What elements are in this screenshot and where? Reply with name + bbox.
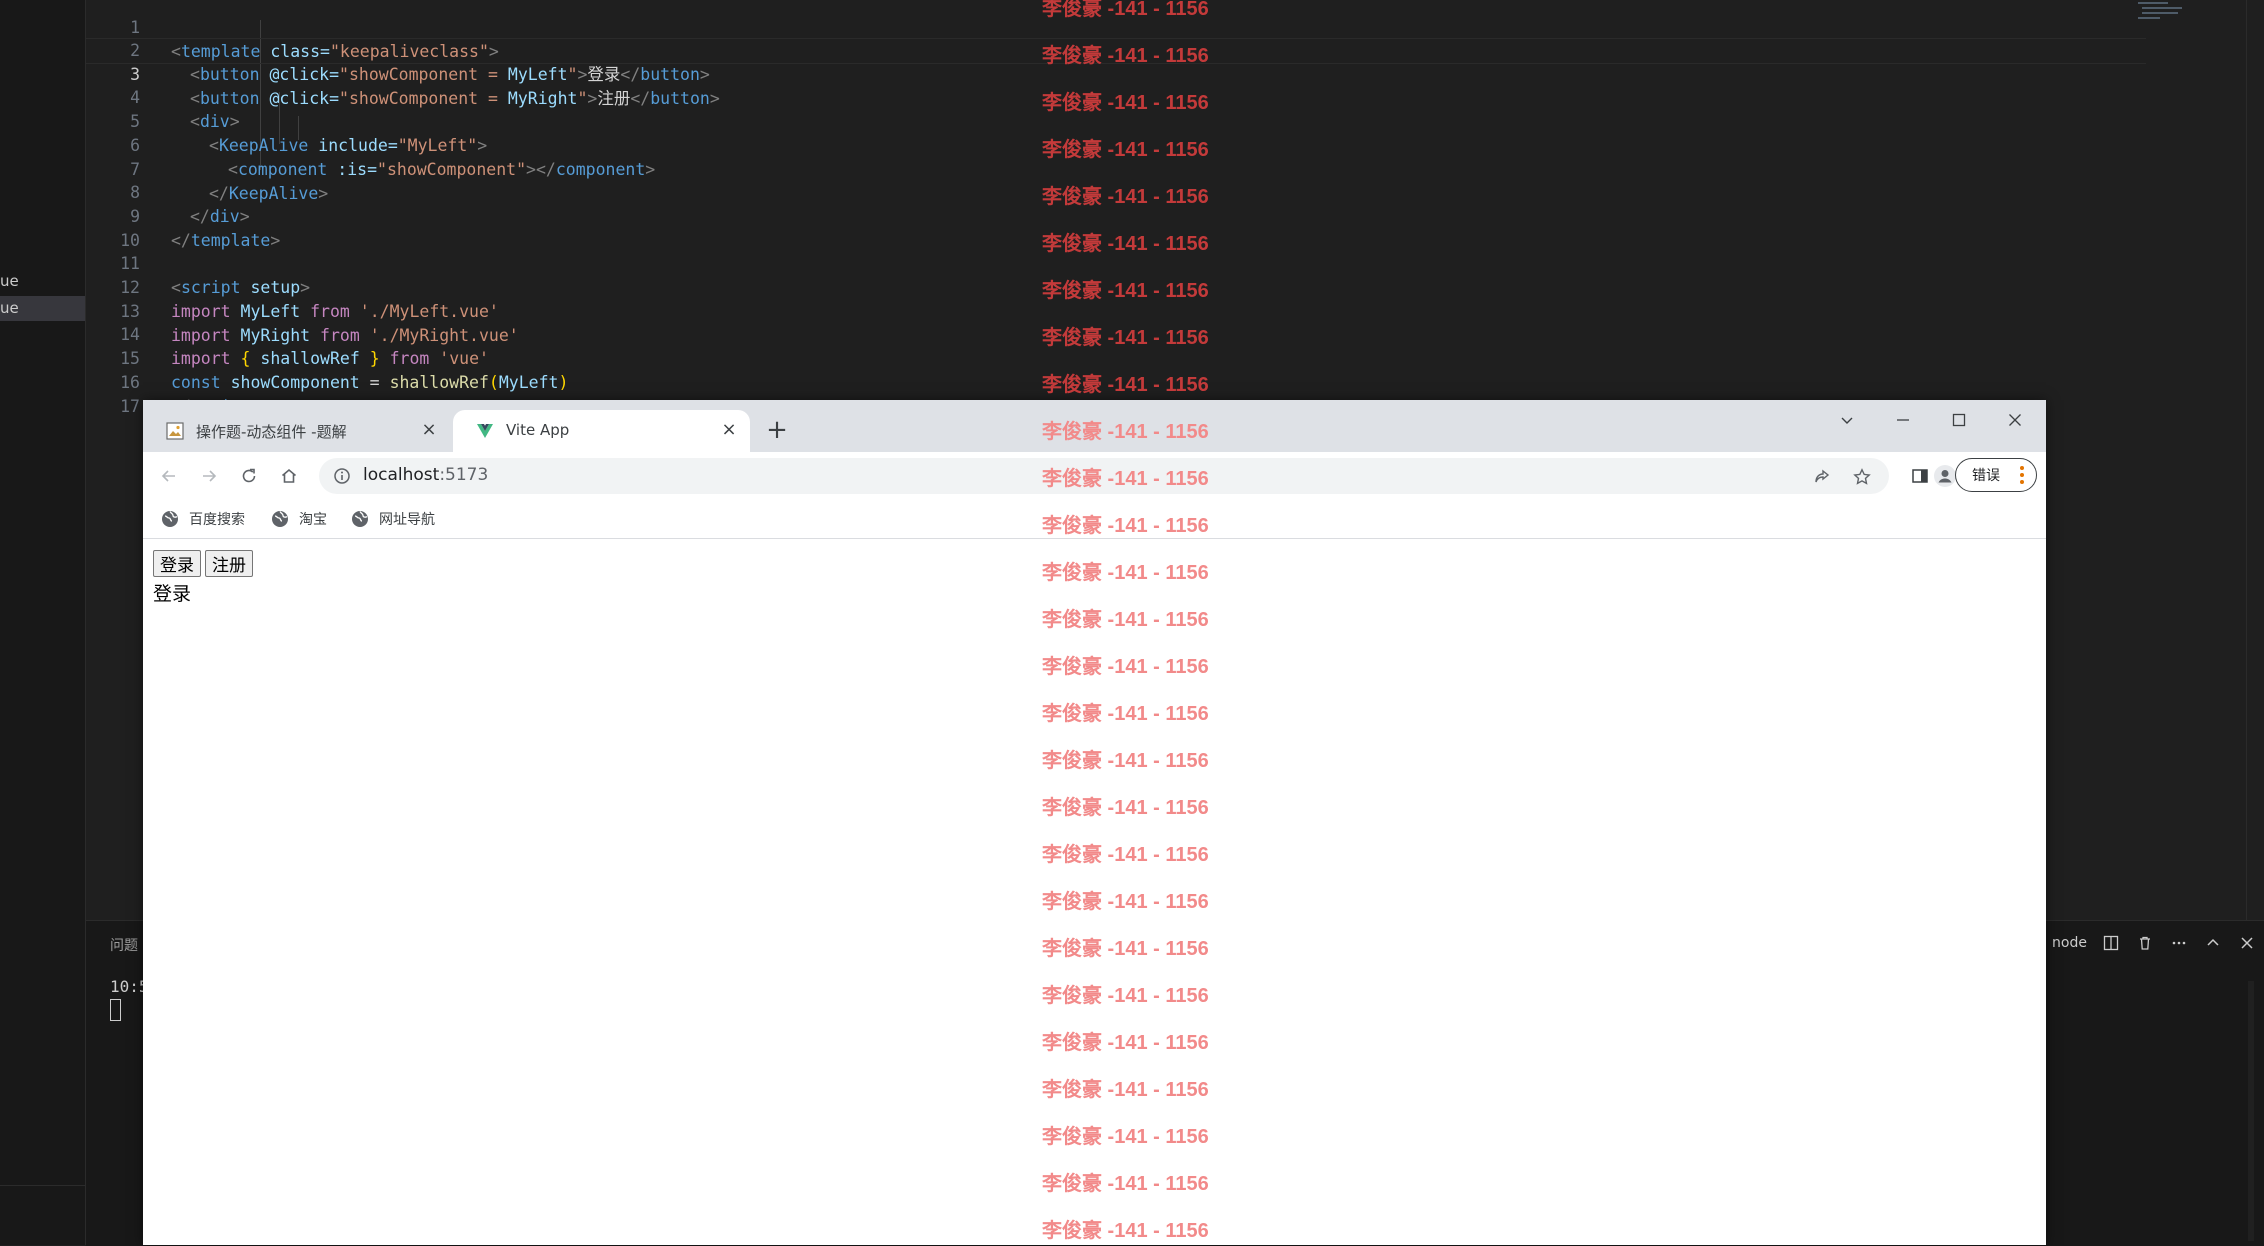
bookmark-label: 百度搜索: [189, 512, 245, 528]
tab-title: 操作题-动态组件 -题解: [196, 423, 347, 441]
explorer-file-label: ue: [0, 272, 19, 290]
watermark-text: 李俊豪 -141 - 1156: [1042, 609, 1209, 631]
share-icon[interactable]: [1811, 466, 1833, 488]
tab-favicon-icon: [166, 422, 184, 440]
error-button[interactable]: 错误: [1955, 458, 2037, 492]
bookmark-label: 淘宝: [299, 512, 327, 528]
error-button-label: 错误: [1972, 468, 2000, 484]
watermark-text: 李俊豪 -141 - 1156: [1042, 233, 1209, 255]
watermark-text: 李俊豪 -141 - 1156: [1042, 938, 1209, 960]
tab-search-icon[interactable]: [1821, 404, 1873, 436]
close-icon[interactable]: ×: [420, 421, 438, 439]
watermark-text: 李俊豪 -141 - 1156: [1042, 374, 1209, 396]
browser-tab-active[interactable]: Vite App ×: [453, 410, 750, 452]
globe-icon: [162, 511, 178, 527]
watermark-text: 李俊豪 -141 - 1156: [1042, 280, 1209, 302]
line-number: 17: [120, 397, 140, 416]
watermark-text: 李俊豪 -141 - 1156: [1042, 0, 1209, 20]
watermark-text: 李俊豪 -141 - 1156: [1042, 327, 1209, 349]
watermark-text: 李俊豪 -141 - 1156: [1042, 1032, 1209, 1054]
watermark-text: 李俊豪 -141 - 1156: [1042, 891, 1209, 913]
terminal-cursor: [110, 999, 121, 1021]
split-terminal-icon[interactable]: [2101, 933, 2121, 953]
more-actions-icon[interactable]: [2169, 933, 2189, 953]
chevron-up-icon[interactable]: [2203, 933, 2223, 953]
vue-logo-icon: [476, 422, 494, 440]
watermark-text: 李俊豪 -141 - 1156: [1042, 562, 1209, 584]
watermark-text: 李俊豪 -141 - 1156: [1042, 515, 1209, 537]
site-info-icon[interactable]: [333, 467, 351, 485]
close-panel-icon[interactable]: [2237, 933, 2257, 953]
url-host: localhost: [363, 465, 440, 485]
minimap[interactable]: [2138, 0, 2184, 24]
tab-title: Vite App: [506, 421, 570, 439]
globe-icon: [272, 511, 288, 527]
kebab-menu-icon[interactable]: [2020, 466, 2024, 486]
watermark-text: 李俊豪 -141 - 1156: [1042, 139, 1209, 161]
watermark-text: 李俊豪 -141 - 1156: [1042, 656, 1209, 678]
watermark-text: 李俊豪 -141 - 1156: [1042, 844, 1209, 866]
maximize-icon[interactable]: [1933, 404, 1985, 436]
bookmark-item[interactable]: 百度搜索: [161, 509, 245, 529]
login-button[interactable]: 登录: [153, 550, 201, 577]
watermark-text: 李俊豪 -141 - 1156: [1042, 703, 1209, 725]
home-icon[interactable]: [275, 462, 303, 490]
explorer-sidebar: ue ue: [0, 0, 86, 1245]
explorer-file-label: ue: [0, 299, 19, 317]
side-panel-icon[interactable]: [1906, 462, 1934, 490]
new-tab-button[interactable]: +: [761, 415, 793, 447]
panel-actions: node: [2052, 931, 2257, 955]
url-port: :5173: [439, 465, 489, 485]
bookmark-label: 网址导航: [379, 512, 435, 528]
watermark-text: 李俊豪 -141 - 1156: [1042, 1173, 1209, 1195]
panel-tab-problems[interactable]: 问题: [110, 935, 138, 955]
watermark-text: 李俊豪 -141 - 1156: [1042, 985, 1209, 1007]
register-button[interactable]: 注册: [205, 550, 253, 577]
forward-icon[interactable]: [195, 462, 223, 490]
dynamic-component-output: 登录: [153, 583, 192, 605]
bookmark-star-icon[interactable]: [1851, 466, 1873, 488]
trash-icon[interactable]: [2135, 933, 2155, 953]
panel-scrollbar[interactable]: [2248, 981, 2254, 1241]
watermark-text: 李俊豪 -141 - 1156: [1042, 92, 1209, 114]
editor-scrollbar[interactable]: [2246, 0, 2247, 920]
watermark-text: 李俊豪 -141 - 1156: [1042, 421, 1209, 443]
explorer-file-item[interactable]: ue: [0, 269, 85, 294]
watermark-text: 李俊豪 -141 - 1156: [1042, 1079, 1209, 1101]
minimize-icon[interactable]: [1877, 404, 1929, 436]
watermark-text: 李俊豪 -141 - 1156: [1042, 45, 1209, 67]
watermark-text: 李俊豪 -141 - 1156: [1042, 1220, 1209, 1242]
watermark-text: 李俊豪 -141 - 1156: [1042, 186, 1209, 208]
terminal-name[interactable]: node: [2052, 935, 2087, 951]
window-close-icon[interactable]: [1989, 404, 2041, 436]
back-icon[interactable]: [155, 462, 183, 490]
url-text: localhost:5173: [363, 465, 488, 485]
globe-icon: [352, 511, 368, 527]
watermark-text: 李俊豪 -141 - 1156: [1042, 468, 1209, 490]
watermark-text: 李俊豪 -141 - 1156: [1042, 797, 1209, 819]
bookmark-item[interactable]: 淘宝: [271, 509, 327, 529]
watermark-text: 李俊豪 -141 - 1156: [1042, 750, 1209, 772]
close-icon[interactable]: ×: [720, 421, 738, 439]
watermark-text: 李俊豪 -141 - 1156: [1042, 1126, 1209, 1148]
explorer-file-item-selected[interactable]: ue: [0, 296, 85, 321]
reload-icon[interactable]: [235, 462, 263, 490]
sidebar-divider: [0, 1185, 85, 1186]
bookmark-item[interactable]: 网址导航: [351, 509, 435, 529]
browser-tab-inactive[interactable]: 操作题-动态组件 -题解 ×: [143, 410, 450, 452]
